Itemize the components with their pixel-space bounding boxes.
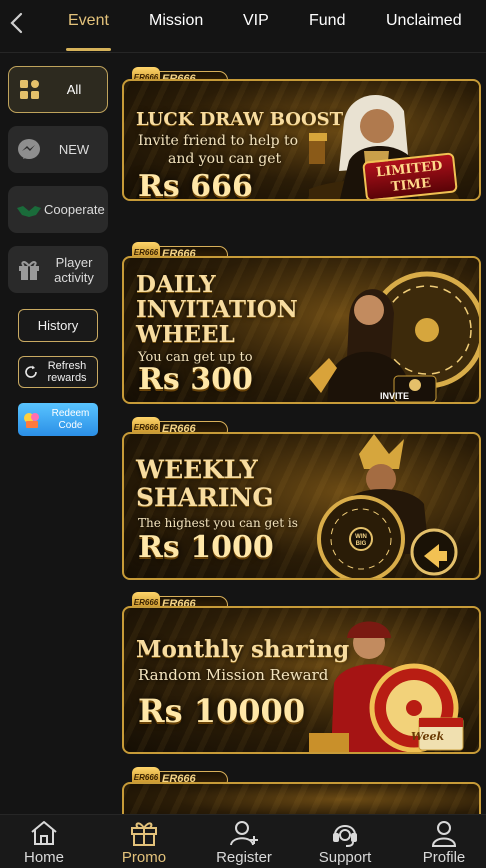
banner-amount: Rs 666 [138,169,253,201]
sidebar-item-player-activity[interactable]: Player activity [8,246,108,293]
banner-subtitle-line: and you can get [168,151,282,167]
register-user-icon [230,821,258,846]
banner-subtitle: Random Mission Reward [138,666,329,684]
home-icon [31,821,57,845]
redeem-gift-icon [24,412,39,428]
banner-title: LUCK DRAW BOOST [136,109,344,130]
tab-unclaimed[interactable]: Unclaimed [386,12,462,52]
nav-label: Register [216,849,272,866]
nav-label: Home [23,849,64,866]
profile-icon [431,821,457,847]
sidebar-item-label: All [66,82,82,97]
banner-subtitle-line: Invite friend to help to [138,133,299,149]
top-tab-bar: Event Mission VIP Fund Unclaimed [0,0,486,53]
refresh-rewards-button[interactable]: Refresh rewards [18,356,98,388]
banner-daily-invitation-wheel[interactable]: DAILY INVITATION WHEEL You can get up to… [122,256,481,404]
sidebar-item-label: Cooperate [44,202,105,217]
banner-amount: Rs 10000 [138,692,306,730]
banner-title-line: WEEKLY [136,455,258,484]
messenger-icon [18,138,40,159]
aviator-character-wheel-illustration [309,271,479,402]
banner-luck-draw-boost[interactable]: LUCK DRAW BOOST Invite friend to help to… [122,79,481,201]
nav-register[interactable]: Register [201,815,287,868]
handshake-icon [17,205,41,217]
history-label: History [37,318,79,333]
redeem-code-button[interactable]: Redeem Code [18,403,98,436]
nav-label: Promo [121,849,167,866]
nav-promo[interactable]: Promo [101,815,187,868]
banner-title-line: DAILY [136,271,216,298]
banner-title: Monthly sharing [136,636,350,663]
invite-badge: INVITE [380,391,410,401]
grid-icon [20,79,39,99]
wheel-center-text: WIN BIG [355,534,367,547]
sidebar: All NEW Cooperate Player activity Histor… [0,54,116,814]
tab-fund[interactable]: Fund [309,12,345,52]
banner-amount: Rs 300 [138,362,253,397]
history-button[interactable]: History [18,309,98,342]
sidebar-item-new[interactable]: NEW [8,126,108,173]
sidebar-item-cooperate[interactable]: Cooperate [8,186,108,233]
refresh-rewards-label: Refresh rewards [47,360,87,384]
sidebar-item-label: NEW [58,142,90,157]
tab-event[interactable]: Event [66,12,111,52]
banner-amount: Rs 1000 [138,530,274,565]
nav-support[interactable]: Support [302,815,388,868]
nav-label: Profile [422,849,466,866]
redeem-code-label: Redeem Code [51,407,90,431]
warrior-character-wheel-illustration [317,434,458,578]
back-arrow-icon[interactable] [6,10,28,36]
refresh-icon [25,365,37,378]
bottom-navigation: Home Promo Register Support Profile [0,814,486,868]
promo-gift-icon [131,822,157,846]
tab-vip[interactable]: VIP [243,12,269,52]
banner-monthly-sharing[interactable]: Week Monthly sharing Random Mission Rewa… [122,606,481,754]
banner-weekly-sharing[interactable]: WIN BIG WEEKLY SHARING The highest you c… [122,432,481,580]
tab-mission[interactable]: Mission [149,12,203,52]
sidebar-item-label: Player activity [54,254,94,285]
nav-profile[interactable]: Profile [401,815,486,868]
week-calendar-badge: Week [411,730,445,743]
banner-subtitle: The highest you can get is [138,516,298,530]
headset-icon [333,825,357,847]
sidebar-item-all[interactable]: All [8,66,108,113]
nav-home[interactable]: Home [1,815,87,868]
banner-title-line: SHARING [136,483,274,512]
nav-label: Support [318,849,372,866]
pilot-character-wheel-illustration [309,621,464,752]
banner-title-line: INVITATION [136,296,298,323]
banner-title-line: WHEEL [136,321,235,348]
gift-icon [19,260,39,280]
